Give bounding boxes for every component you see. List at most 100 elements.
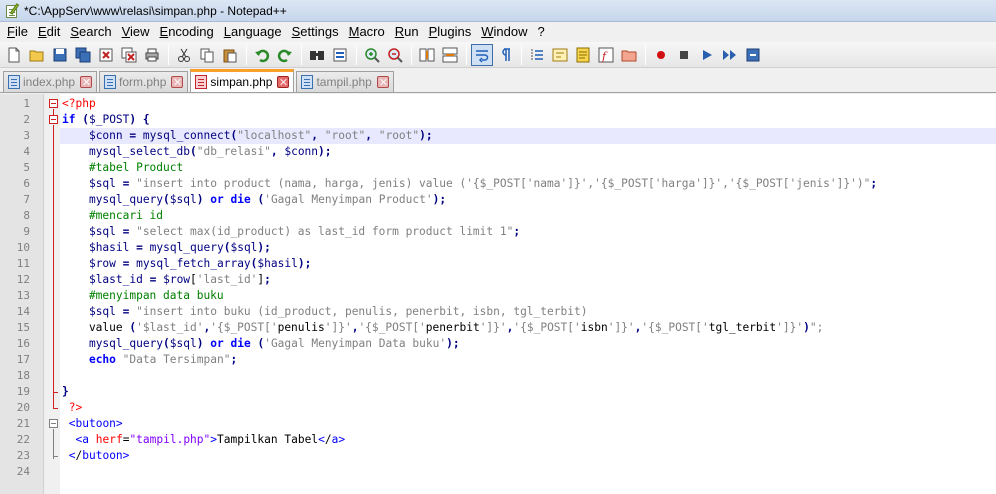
sync-vertical-button[interactable] xyxy=(416,44,438,66)
menu-macro[interactable]: Macro xyxy=(344,22,390,42)
code-line[interactable]: mysql_query($sql) or die ('Gagal Menyimp… xyxy=(60,336,996,352)
sync-horizontal-button[interactable] xyxy=(439,44,461,66)
menu-window[interactable]: Window xyxy=(476,22,532,42)
code-line[interactable]: #mencari id xyxy=(60,208,996,224)
code-line[interactable]: $last_id = $row['last_id']; xyxy=(60,272,996,288)
line-number: 5 xyxy=(23,161,30,174)
close-tab-icon[interactable] xyxy=(277,76,290,88)
code-line[interactable]: $row = mysql_fetch_array($hasil); xyxy=(60,256,996,272)
close-tab-icon[interactable] xyxy=(171,76,184,88)
tab-form-php[interactable]: form.php xyxy=(99,71,189,92)
code-line[interactable] xyxy=(60,464,996,480)
play-macro-icon xyxy=(703,49,712,60)
unsaved-file-icon xyxy=(195,75,208,89)
save-button[interactable] xyxy=(49,44,71,66)
code-editor[interactable]: 1 <?php 2 if ($_POST) {3 $conn = mysql_conn… xyxy=(0,94,996,494)
stop-record-button[interactable] xyxy=(673,44,695,66)
menu-plugins[interactable]: Plugins xyxy=(424,22,477,42)
toolbar-separator xyxy=(246,44,247,65)
show-all-chars-button[interactable] xyxy=(494,44,516,66)
code-line[interactable]: <?php xyxy=(60,96,996,112)
record-macro-button[interactable] xyxy=(650,44,672,66)
code-line[interactable] xyxy=(60,368,996,384)
code-line[interactable]: value ('$last_id','{$_POST['penulis']}',… xyxy=(60,320,996,336)
tab-simpan-php[interactable]: simpan.php xyxy=(190,69,295,92)
open-file-button[interactable] xyxy=(26,44,48,66)
close-all-button[interactable] xyxy=(118,44,140,66)
code-line-text: $conn = mysql_connect("localhost", "root… xyxy=(88,129,433,142)
undo-button[interactable] xyxy=(251,44,273,66)
menu-settings[interactable]: Settings xyxy=(287,22,344,42)
code-line[interactable]: if ($_POST) { xyxy=(60,112,996,128)
save-all-icon xyxy=(75,47,91,62)
zoom-out-button[interactable] xyxy=(384,44,406,66)
code-line[interactable]: <butoon> xyxy=(60,416,996,432)
show-all-chars-icon xyxy=(502,47,510,61)
save-macro-icon xyxy=(746,48,760,61)
menu-help[interactable]: ? xyxy=(532,22,549,42)
word-wrap-button[interactable] xyxy=(471,43,493,66)
fold-margin[interactable] xyxy=(44,94,60,494)
menu-encoding[interactable]: Encoding xyxy=(155,22,219,42)
code-line[interactable]: #menyimpan data buku xyxy=(60,288,996,304)
code-line[interactable]: $hasil = mysql_query($sql); xyxy=(60,240,996,256)
code-line[interactable]: </butoon> xyxy=(60,448,996,464)
replace-button[interactable] xyxy=(329,44,351,66)
menu-search[interactable]: Search xyxy=(65,22,116,42)
code-line[interactable]: mysql_select_db("db_relasi", $conn); xyxy=(60,144,996,160)
fold-toggle-icon[interactable] xyxy=(49,419,58,428)
close-tab-icon[interactable] xyxy=(80,76,93,88)
cut-button[interactable] xyxy=(173,44,195,66)
fold-toggle-icon[interactable] xyxy=(49,115,58,124)
code-line[interactable]: #tabel Product xyxy=(60,160,996,176)
new-file-button[interactable] xyxy=(3,44,25,66)
menu-run[interactable]: Run xyxy=(390,22,424,42)
find-button[interactable] xyxy=(306,44,328,66)
print-button[interactable] xyxy=(141,44,163,66)
redo-icon xyxy=(277,49,292,62)
code-line[interactable]: $sql = "insert into product (nama, harga… xyxy=(60,176,996,192)
code-line-text: value ('$last_id','{$_POST['penulis']}',… xyxy=(62,321,824,334)
doc-map-button[interactable] xyxy=(572,44,594,66)
zoom-in-icon xyxy=(365,47,380,63)
toolbar-separator xyxy=(168,44,169,65)
copy-button[interactable] xyxy=(196,44,218,66)
code-line[interactable]: $sql = "select max(id_product) as last_i… xyxy=(60,224,996,240)
menu-file[interactable]: File xyxy=(2,22,33,42)
tab-index-php[interactable]: index.php xyxy=(3,71,98,92)
paste-button[interactable] xyxy=(219,44,241,66)
indent-guide-button[interactable] xyxy=(526,44,548,66)
user-language-button[interactable] xyxy=(549,44,571,66)
run-macro-multiple-button[interactable] xyxy=(719,44,741,66)
tab-label: index.php xyxy=(23,75,76,89)
code-line[interactable]: <a herf="tampil.php">Tampilkan Tabel</a> xyxy=(60,432,996,448)
menu-view[interactable]: View xyxy=(117,22,155,42)
code-line-text: </butoon> xyxy=(68,449,130,462)
menu-language[interactable]: Language xyxy=(219,22,287,42)
code-line[interactable]: $sql = "insert into buku (id_product, pe… xyxy=(60,304,996,320)
code-line-text: if ($_POST) { xyxy=(62,113,150,126)
play-macro-button[interactable] xyxy=(696,44,718,66)
code-line-text: mysql_query($sql) or die ('Gagal Menyimp… xyxy=(88,337,460,350)
fold-end-marker xyxy=(53,408,58,409)
close-button[interactable] xyxy=(95,44,117,66)
toolbar-separator xyxy=(301,44,302,65)
code-line-text: } xyxy=(62,385,69,398)
code-line[interactable]: $conn = mysql_connect("localhost", "root… xyxy=(60,128,996,144)
zoom-in-button[interactable] xyxy=(361,44,383,66)
close-tab-icon[interactable] xyxy=(376,76,389,88)
code-line[interactable]: mysql_query($sql) or die ('Gagal Menyimp… xyxy=(60,192,996,208)
redo-button[interactable] xyxy=(274,44,296,66)
folder-workspace-button[interactable] xyxy=(618,44,640,66)
toolbar-separator xyxy=(356,44,357,65)
tab-tampil-php[interactable]: tampil.php xyxy=(296,71,394,92)
code-line[interactable]: } xyxy=(60,384,996,400)
copy-icon xyxy=(200,48,214,62)
code-line[interactable]: ?> xyxy=(60,400,996,416)
save-macro-button[interactable] xyxy=(742,44,764,66)
code-line[interactable]: echo "Data Tersimpan"; xyxy=(60,352,996,368)
fold-toggle-icon[interactable] xyxy=(49,99,58,108)
menu-edit[interactable]: Edit xyxy=(33,22,65,42)
save-all-button[interactable] xyxy=(72,44,94,66)
function-list-button[interactable]: f xyxy=(595,44,617,66)
